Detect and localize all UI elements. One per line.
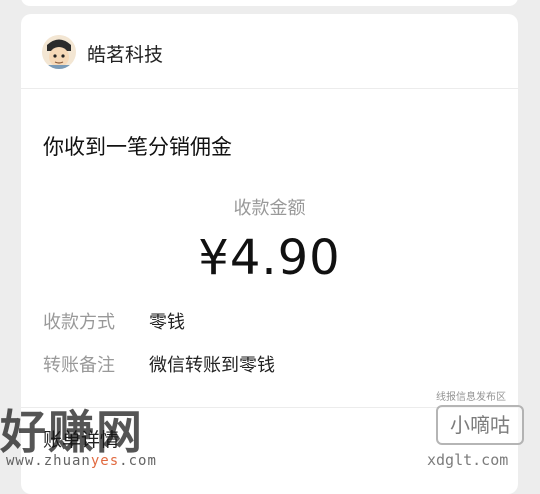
previous-card-edge <box>21 0 518 6</box>
card-header[interactable]: 皓茗科技 <box>21 14 518 89</box>
watermark-caption-right: 线报信息发布区 <box>436 392 506 403</box>
payment-method-value: 零钱 <box>149 312 185 333</box>
watermark-url-left: www.zhuanyes.com <box>6 453 157 469</box>
amount-value: ¥4.90 <box>198 230 341 286</box>
app-name: 皓茗科技 <box>87 44 164 66</box>
avatar <box>42 35 76 69</box>
payment-method-label: 收款方式 <box>43 312 115 333</box>
notice-title: 你收到一笔分销佣金 <box>43 135 232 159</box>
transfer-note-value: 微信转账到零钱 <box>149 355 275 376</box>
avatar-icon <box>42 35 76 69</box>
watermark-logo-right: 小嘀咕 <box>436 405 524 445</box>
amount-label: 收款金额 <box>233 198 306 219</box>
transfer-note-label: 转账备注 <box>43 355 115 376</box>
watermark-url-right: xdglt.com <box>427 451 509 469</box>
